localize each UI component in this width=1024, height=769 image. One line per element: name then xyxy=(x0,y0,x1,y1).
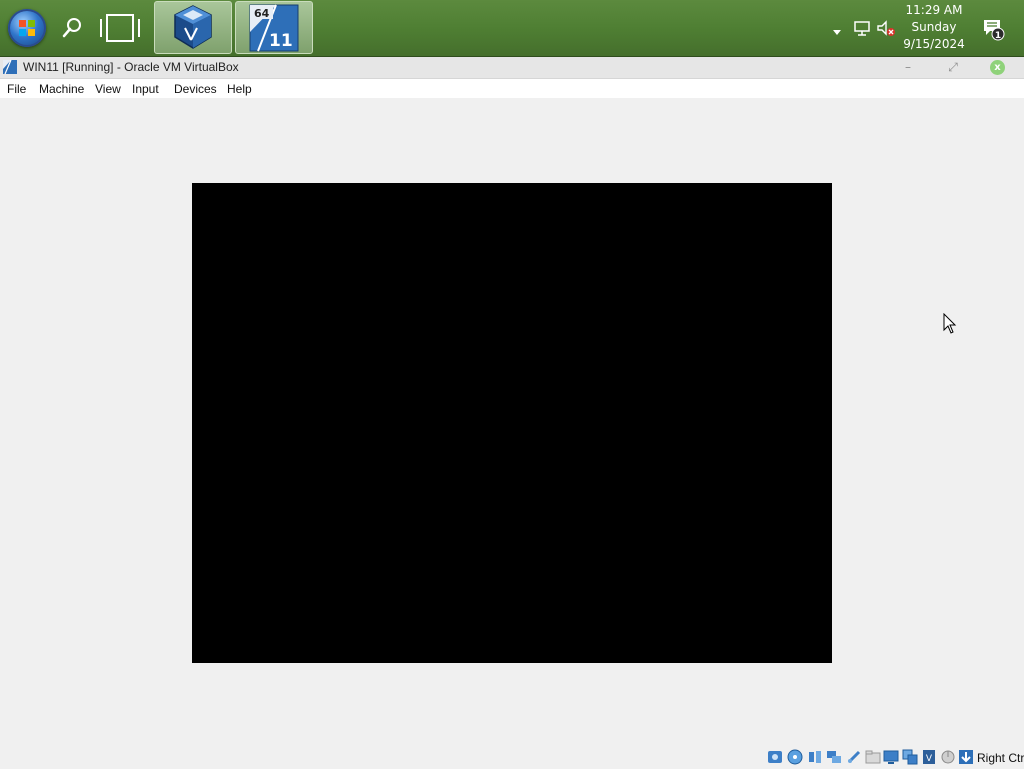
menu-devices[interactable]: Devices xyxy=(174,81,217,97)
display-icon[interactable] xyxy=(883,749,899,765)
mouse-cursor-icon xyxy=(943,312,957,335)
menu-input[interactable]: Input xyxy=(132,81,159,97)
taskbar: 64 11 11:29 AM Sunday 9/15/2024 1 xyxy=(0,0,1024,57)
network-icon[interactable] xyxy=(826,749,842,765)
network-tray-icon[interactable] xyxy=(853,19,871,37)
taskbar-app-virtualbox[interactable] xyxy=(154,1,232,54)
win11-vm-icon: 64 11 xyxy=(249,4,299,52)
menu-file[interactable]: File xyxy=(7,81,26,97)
search-icon[interactable] xyxy=(58,14,86,42)
notification-count-badge: 1 xyxy=(995,31,1001,41)
shared-folders-icon[interactable] xyxy=(865,749,881,765)
task-view-icon[interactable] xyxy=(98,12,142,44)
win11-badge-64: 64 xyxy=(254,7,270,20)
vm-status-bar: V Right Ctrl xyxy=(0,746,1024,768)
video-capture-icon[interactable] xyxy=(902,749,918,765)
menu-view[interactable]: View xyxy=(95,81,121,97)
clock-time: 11:29 AM xyxy=(905,3,963,17)
menu-machine[interactable]: Machine xyxy=(39,81,84,97)
win11-badge-11: 11 xyxy=(269,31,293,51)
keyboard-icon[interactable] xyxy=(958,749,974,765)
volume-muted-icon[interactable] xyxy=(876,19,896,37)
mouse-integration-icon[interactable] xyxy=(940,749,956,765)
window-title: WIN11 [Running] - Oracle VM VirtualBox xyxy=(23,60,239,74)
chevron-up-icon[interactable] xyxy=(831,22,843,35)
maximize-button[interactable]: ⤢ xyxy=(945,59,961,75)
virtualbox-icon xyxy=(174,5,212,49)
taskbar-clock[interactable]: 11:29 AM Sunday 9/15/2024 xyxy=(900,2,968,54)
close-button[interactable]: x xyxy=(990,60,1005,75)
action-center-icon[interactable]: 1 xyxy=(982,17,1006,41)
windows-orb-icon[interactable] xyxy=(8,9,46,47)
vm-screen[interactable] xyxy=(192,183,832,663)
minimize-button[interactable]: – xyxy=(900,59,916,75)
clock-day: Sunday xyxy=(911,20,957,34)
optical-drive-icon[interactable] xyxy=(787,749,803,765)
menu-help[interactable]: Help xyxy=(227,81,252,97)
usb-icon[interactable] xyxy=(846,749,862,765)
window-title-bar[interactable]: WIN11 [Running] - Oracle VM VirtualBox –… xyxy=(0,57,1024,79)
clock-date: 9/15/2024 xyxy=(903,37,965,51)
svg-text:V: V xyxy=(926,754,933,764)
audio-icon[interactable] xyxy=(807,749,823,765)
cpu-icon[interactable]: V xyxy=(921,749,937,765)
taskbar-app-win11-vm[interactable]: 64 11 xyxy=(235,1,313,54)
virtualbox-icon xyxy=(2,59,18,75)
hard-disk-icon[interactable] xyxy=(767,749,783,765)
host-key-label: Right Ctrl xyxy=(977,751,1024,765)
vm-display-area[interactable] xyxy=(0,98,1024,746)
menu-bar: File Machine View Input Devices Help xyxy=(0,79,1024,98)
